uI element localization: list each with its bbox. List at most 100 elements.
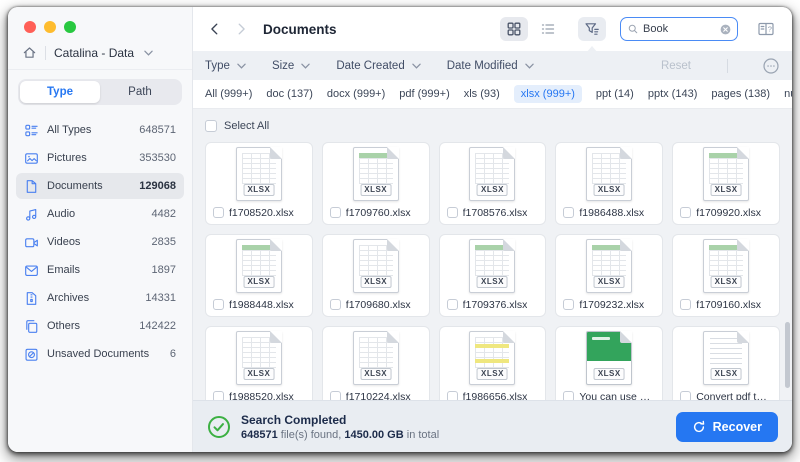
file-card[interactable]: XLSX Convert pdf to jpg....: [672, 326, 780, 400]
zoom-button[interactable]: [64, 21, 76, 33]
filter-button[interactable]: [578, 17, 606, 41]
file-type-tag[interactable]: pages (138): [711, 88, 770, 100]
filter-dropdown-date-created[interactable]: Date Created: [336, 60, 421, 72]
file-type-tag[interactable]: xlsx (999+): [513, 85, 582, 103]
file-checkbox[interactable]: [446, 391, 458, 400]
file-checkbox[interactable]: [446, 207, 458, 218]
file-type-tag[interactable]: numbers (31): [784, 88, 792, 100]
file-checkbox[interactable]: [680, 207, 692, 218]
unsaved-documents-icon: [24, 347, 39, 362]
file-card[interactable]: XLSX f1709680.xlsx: [321, 234, 430, 317]
chevron-down-icon: [237, 63, 246, 69]
sidebar-item-count: 4482: [151, 208, 176, 220]
file-type-tag[interactable]: doc (137): [266, 88, 312, 100]
file-card[interactable]: XLSX f1709376.xlsx: [438, 234, 547, 317]
file-card[interactable]: XLSX f1986656.xlsx: [438, 326, 547, 401]
filter-dropdown-date-modified[interactable]: Date Modified: [447, 60, 534, 72]
file-checkbox[interactable]: [680, 299, 692, 310]
file-checkbox[interactable]: [563, 207, 575, 218]
filter-dropdown-type[interactable]: Type: [205, 60, 246, 72]
file-checkbox[interactable]: [329, 207, 341, 218]
file-checkbox[interactable]: [213, 299, 224, 310]
spreadsheet-plain-icon: XLSX: [235, 147, 282, 201]
file-checkbox[interactable]: [563, 299, 575, 310]
spreadsheet-table-icon: XLSX: [673, 143, 779, 201]
file-card[interactable]: XLSX f1708520.xlsx: [205, 142, 313, 225]
clear-search-icon[interactable]: [719, 23, 732, 36]
grid-view-button[interactable]: [500, 17, 528, 41]
close-button[interactable]: [24, 21, 36, 33]
select-all-checkbox[interactable]: [205, 120, 217, 132]
file-type-tag[interactable]: All (999+): [205, 88, 252, 100]
file-card[interactable]: XLSX You can use WPS ...: [555, 326, 664, 400]
file-card[interactable]: XLSX f1709760.xlsx: [321, 142, 430, 225]
main-panel: Documents ? Type Size Date Created Date Mod…: [193, 7, 792, 452]
spreadsheet-table-icon: XLSX: [323, 143, 429, 201]
file-checkbox[interactable]: [446, 299, 458, 310]
file-type-tag[interactable]: pdf (999+): [399, 88, 449, 100]
found-count: 648571: [241, 428, 278, 441]
recover-button[interactable]: Recover: [675, 411, 778, 442]
file-name: f1709680.xlsx: [345, 298, 411, 311]
filter-dropdown-size[interactable]: Size: [272, 60, 311, 72]
file-checkbox[interactable]: [213, 391, 224, 400]
sidebar-item-others[interactable]: Others 142422: [16, 313, 184, 339]
sidebar-item-unsaved-documents[interactable]: Unsaved Documents 6: [16, 341, 184, 367]
sidebar-item-audio[interactable]: Audio 4482: [16, 201, 184, 227]
device-selector[interactable]: Catalina - Data: [8, 41, 192, 70]
spreadsheet-plain-icon: XLSX: [440, 143, 546, 201]
scrollbar-thumb[interactable]: [785, 322, 790, 388]
file-checkbox[interactable]: [329, 391, 341, 400]
file-type-tag[interactable]: pptx (143): [648, 88, 698, 100]
sidebar-item-count: 648571: [139, 124, 176, 136]
sidebar-item-documents[interactable]: Documents 129068: [16, 173, 184, 199]
sidebar-list: All Types 648571 Pictures 353530 Documents 12…: [8, 113, 192, 371]
list-view-button[interactable]: [534, 17, 562, 41]
home-icon[interactable]: [22, 45, 37, 60]
file-card[interactable]: XLSX f1709232.xlsx: [555, 234, 664, 317]
file-card[interactable]: XLSX f1710224.xlsx: [321, 326, 430, 400]
sidebar-item-videos[interactable]: Videos 2835: [16, 229, 184, 255]
file-name: f1709376.xlsx: [462, 298, 528, 311]
search-input[interactable]: [643, 23, 715, 35]
file-card[interactable]: XLSX f1988520.xlsx: [205, 326, 313, 400]
sidebar-item-label: Pictures: [47, 152, 87, 164]
help-book-button[interactable]: ?: [752, 17, 780, 41]
file-card[interactable]: XLSX f1988448.xlsx: [205, 234, 313, 317]
file-type-badge: XLSX: [243, 276, 275, 288]
others-icon: [24, 319, 39, 334]
file-card[interactable]: XLSX f1709920.xlsx: [672, 142, 780, 225]
filter-bar: Type Size Date Created Date Modified Reset: [193, 51, 792, 80]
file-type-tag[interactable]: docx (999+): [327, 88, 385, 100]
file-type-tag[interactable]: xls (93): [464, 88, 500, 100]
spreadsheet-table-icon: XLSX: [556, 235, 662, 293]
file-checkbox[interactable]: [563, 391, 575, 400]
svg-text:?: ?: [768, 25, 772, 34]
tab-path[interactable]: Path: [100, 81, 180, 103]
emails-icon: [24, 263, 39, 278]
sidebar-item-all-types[interactable]: All Types 648571: [16, 117, 184, 143]
sidebar-item-pictures[interactable]: Pictures 353530: [16, 145, 184, 171]
tab-type[interactable]: Type: [20, 81, 100, 103]
chevron-down-icon: [301, 63, 311, 69]
file-card[interactable]: XLSX f1708576.xlsx: [438, 142, 547, 225]
forward-button[interactable]: [231, 19, 251, 39]
sidebar-item-emails[interactable]: Emails 1897: [16, 257, 184, 283]
sidebar-item-archives[interactable]: Archives 14331: [16, 285, 184, 311]
spreadsheet-plain-icon: XLSX: [586, 147, 633, 201]
minimize-button[interactable]: [44, 21, 56, 33]
file-name: Convert pdf to jpg....: [696, 390, 772, 401]
reset-button[interactable]: Reset: [651, 58, 701, 74]
back-button[interactable]: [205, 19, 225, 39]
file-checkbox[interactable]: [213, 207, 224, 218]
file-card[interactable]: XLSX f1986488.xlsx: [555, 142, 664, 225]
file-checkbox[interactable]: [329, 299, 341, 310]
file-name: f1986656.xlsx: [462, 390, 528, 401]
file-card[interactable]: XLSX f1709160.xlsx: [672, 234, 780, 317]
file-name: f1709760.xlsx: [345, 206, 411, 219]
spreadsheet-plain-icon: XLSX: [206, 327, 312, 385]
ellipsis-circle-icon[interactable]: [762, 57, 780, 75]
wps-spreadsheet-icon: XLSX: [586, 331, 633, 385]
file-type-tag[interactable]: ppt (14): [596, 88, 634, 100]
file-checkbox[interactable]: [680, 391, 692, 400]
